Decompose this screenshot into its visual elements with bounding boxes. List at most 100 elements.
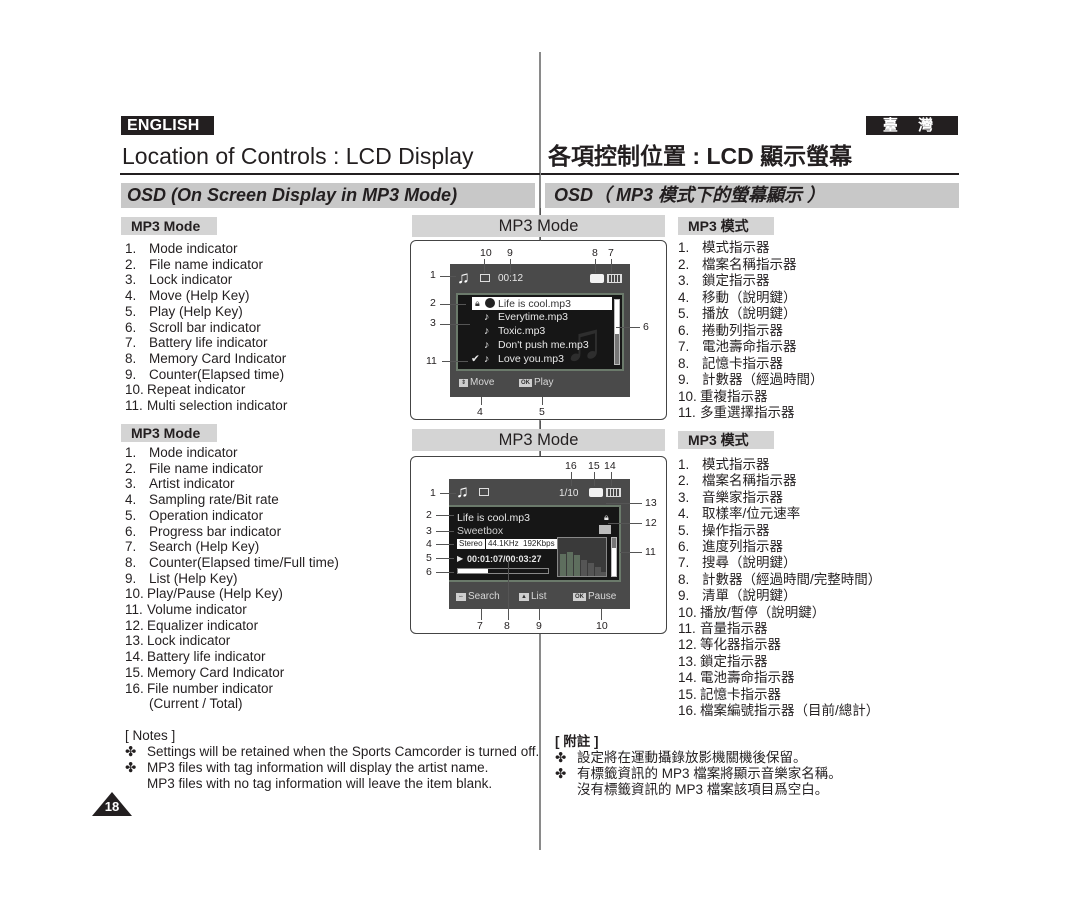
list2-mode-tab-en: MP3 Mode	[121, 424, 217, 442]
eq-band	[560, 554, 566, 576]
list-item-number: 9.	[678, 588, 690, 604]
note-continuation: MP3 files with no tag information will l…	[147, 776, 493, 791]
connector-line	[594, 472, 595, 486]
music-note-mode-icon: ♫	[456, 482, 469, 501]
lock-icon: 🔒︎	[475, 298, 480, 308]
page-title-zh: 各項控制位置 : LCD 顯示螢幕	[548, 143, 853, 169]
file-name[interactable]: Toxic.mp3	[498, 325, 545, 337]
title-rule	[541, 173, 959, 175]
progress-bar[interactable]	[457, 568, 549, 574]
equalizer-display	[557, 537, 607, 577]
list-item-number: 4.	[678, 506, 690, 522]
eject-key-icon: ▲	[519, 593, 529, 601]
figure1-header: MP3 Mode	[412, 215, 665, 237]
list-item-label: Counter(Elapsed time/Full time)	[149, 554, 339, 570]
note-item: ✤ MP3 files with tag information will dis…	[125, 760, 539, 776]
list-item-number: 1.	[125, 445, 137, 460]
file-name[interactable]: Everytime.mp3	[498, 311, 568, 323]
list-item-label: 清單（說明鍵）	[702, 588, 797, 604]
list-item-label: Memory Card Indicator	[149, 350, 287, 366]
list-item: 7. Search (Help Key)	[125, 539, 339, 555]
callout-8: 8	[504, 620, 510, 632]
updown-key-icon: ⇕	[459, 379, 469, 387]
list-item: 10. 重複指示器	[678, 389, 824, 406]
help-key-pause[interactable]: OK Pause	[573, 591, 616, 603]
list-item-number: 6.	[678, 322, 690, 338]
volume-bar[interactable]	[611, 537, 617, 577]
connector-line	[510, 259, 511, 273]
callout-1: 1	[430, 487, 436, 499]
language-tag-english: ENGLISH	[121, 116, 214, 135]
list-item-label: Mode indicator	[149, 445, 238, 460]
list-item: 14. Battery life indicator	[125, 649, 339, 665]
list-item: 8. Memory Card Indicator	[125, 351, 287, 367]
callout-4: 4	[477, 406, 483, 418]
callout-7: 7	[477, 620, 483, 632]
list-item: 11. Volume indicator	[125, 602, 339, 618]
connector-line	[436, 544, 454, 545]
list-item: 8. Counter(Elapsed time/Full time)	[125, 555, 339, 571]
bullet-icon: ✤	[555, 766, 567, 781]
list-item-label: 操作指示器	[702, 522, 770, 538]
file-name[interactable]: Life is cool.mp3	[498, 298, 571, 310]
list-item-label: 檔案名稱指示器	[702, 256, 797, 272]
note-text: Settings will be retained when the Sport…	[147, 744, 540, 759]
list-item-label: Multi selection indicator	[147, 398, 288, 414]
eq-band	[588, 563, 594, 576]
list-item-number: 1.	[125, 241, 137, 256]
section-heading-zh: OSD（ MP3 模式下的螢幕顯示 ）	[545, 183, 959, 208]
list-item-label: File name indicator	[149, 460, 264, 476]
list-item: 2. File name indicator	[125, 461, 339, 477]
help-key-search[interactable]: ⇔ Search	[456, 591, 500, 603]
list-item-label: 鎖定指示器	[700, 653, 768, 669]
connector-line	[442, 361, 468, 362]
callout-10: 10	[480, 247, 492, 259]
help-key-play[interactable]: OK Play	[519, 377, 553, 389]
list-item-number: 4.	[125, 288, 137, 304]
bullet-icon: ✤	[125, 744, 137, 759]
scroll-thumb[interactable]	[615, 300, 619, 334]
connector-line	[440, 276, 456, 277]
list-item-label: Operation indicator	[149, 507, 264, 523]
section-heading-en: OSD (On Screen Display in MP3 Mode)	[121, 183, 535, 208]
connector-line	[436, 515, 454, 516]
callout-11: 11	[426, 355, 437, 367]
callout-9: 9	[536, 620, 542, 632]
list-item-label: Equalizer indicator	[147, 617, 259, 633]
list-item: 11. 音量指示器	[678, 621, 881, 637]
list-item-number: 1.	[678, 240, 690, 255]
list-item-label: 模式指示器	[702, 240, 770, 255]
connector-line	[440, 324, 470, 325]
help-key-list[interactable]: ▲ List	[519, 591, 547, 603]
list-item-number: 13.	[125, 633, 144, 649]
file-name[interactable]: Love you.mp3	[498, 353, 564, 365]
list-item-number: 5.	[678, 522, 690, 538]
lcd-screen-playback: ♫ 1/10 Life is cool.mp3 🔒︎ Sweetbox Ster…	[449, 479, 630, 609]
scroll-bar[interactable]	[614, 299, 620, 365]
connector-line	[542, 397, 543, 405]
list-item: 11. Multi selection indicator	[125, 398, 287, 414]
list-item-number: 16.	[678, 703, 697, 719]
callout-3: 3	[430, 317, 436, 329]
list-item: 7. 電池壽命指示器	[678, 339, 824, 356]
list-item-number: 10.	[125, 382, 144, 398]
list-item: 5. Play (Help Key)	[125, 304, 287, 320]
list-item-number: 14.	[678, 670, 697, 686]
help-key-move[interactable]: ⇕ Move	[459, 377, 494, 389]
list-item: 13. 鎖定指示器	[678, 654, 881, 670]
file-name[interactable]: Don't push me.mp3	[498, 339, 589, 351]
list-item-number: 14.	[125, 649, 144, 665]
list-item-number: 15.	[678, 686, 697, 702]
list-item: 16. File number indicator	[125, 681, 339, 697]
connector-line	[595, 259, 596, 273]
lock-icon: 🔒︎	[604, 512, 609, 522]
list-item-number: 8.	[125, 350, 137, 366]
list-item: 2. 檔案名稱指示器	[678, 473, 881, 489]
list-item-label: Lock indicator	[147, 633, 231, 649]
list-item-continuation: (Current / Total)	[149, 696, 243, 712]
list-item-label: Play (Help Key)	[149, 303, 243, 319]
list-item-number: 10.	[678, 388, 697, 404]
callout-2: 2	[426, 509, 432, 521]
note-text: MP3 files with tag information will disp…	[147, 760, 489, 775]
music-file-icon: ♪	[484, 325, 490, 337]
